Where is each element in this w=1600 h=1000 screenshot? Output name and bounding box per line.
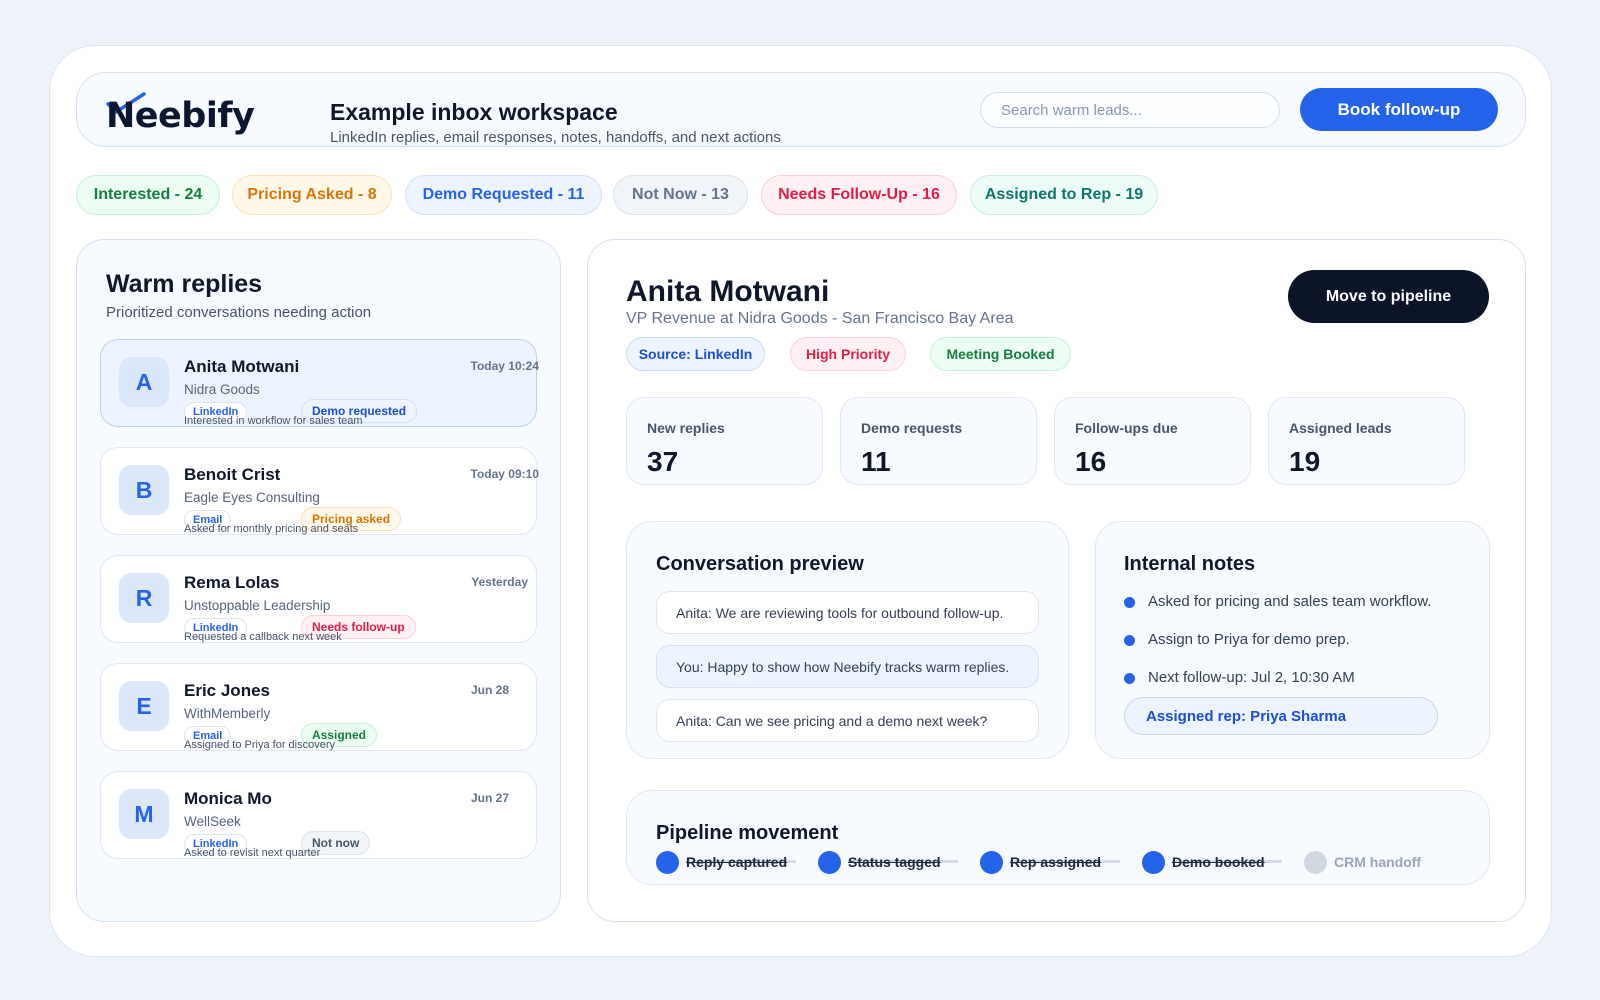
- stat-value: 16: [1075, 446, 1107, 477]
- stat-value: 11: [861, 446, 891, 477]
- stat-label: New replies: [647, 420, 725, 436]
- conversation-time: Today 10:24: [470, 359, 539, 373]
- conversation-note: Asked to revisit next quarter: [184, 847, 321, 859]
- conversation-name: Rema Lolas: [184, 573, 280, 592]
- lead-role: VP Revenue at Nidra Goods - San Francisc…: [626, 310, 1014, 327]
- search-input[interactable]: [980, 92, 1280, 128]
- pipeline-title: Pipeline movement: [656, 822, 839, 844]
- conversation-time: Jun 28: [470, 683, 509, 697]
- stat-assigned-leads: Assigned leads 19: [1268, 397, 1465, 485]
- stat-follow-ups-due: Follow-ups due 16: [1054, 397, 1251, 485]
- step-complete-icon: [980, 851, 1003, 874]
- conversation-item[interactable]: E Eric Jones WithMemberly Jun 28 Email A…: [100, 663, 537, 751]
- warm-replies-title: Warm replies: [106, 270, 263, 298]
- note-item: Assign to Priya for demo prep.: [1148, 631, 1350, 648]
- conversation-note: Interested in workflow for sales team: [184, 415, 363, 427]
- assigned-rep-chip[interactable]: Assigned rep: Priya Sharma: [1124, 697, 1438, 735]
- warm-replies-subtitle: Prioritized conversations needing action: [106, 304, 372, 321]
- stat-new-replies: New replies 37: [626, 397, 823, 485]
- pipeline-step-label: Reply captured: [686, 854, 788, 870]
- filter-pricing-asked[interactable]: Pricing Asked - 8: [232, 175, 392, 215]
- bullet-icon: [1124, 597, 1135, 608]
- avatar: M: [119, 789, 169, 839]
- workspace-subtitle: LinkedIn replies, email responses, notes…: [330, 129, 781, 146]
- conversation-company: WithMemberly: [184, 706, 271, 721]
- priority-badge: High Priority: [790, 337, 906, 371]
- workspace-title: Example inbox workspace: [330, 99, 618, 125]
- conversation-preview-title: Conversation preview: [656, 553, 864, 575]
- conversation-item[interactable]: M Monica Mo WellSeek Jun 27 LinkedIn Not…: [100, 771, 537, 859]
- stat-label: Follow-ups due: [1075, 420, 1178, 436]
- filter-needs-follow-up[interactable]: Needs Follow-Up - 16: [761, 175, 957, 215]
- conversation-company: Unstoppable Leadership: [184, 598, 331, 613]
- conversation-name: Benoit Crist: [184, 465, 281, 484]
- filter-interested[interactable]: Interested - 24: [76, 175, 220, 215]
- step-complete-icon: [818, 851, 841, 874]
- note-item: Next follow-up: Jul 2, 10:30 AM: [1148, 669, 1355, 686]
- conversation-time: Jun 27: [470, 791, 509, 805]
- conversation-name: Eric Jones: [184, 681, 270, 700]
- conversation-note: Assigned to Priya for discovery: [184, 739, 336, 751]
- conversation-time: Today 09:10: [470, 467, 539, 481]
- bullet-icon: [1124, 635, 1135, 646]
- conversation-note: Requested a callback next week: [184, 631, 342, 643]
- avatar: E: [119, 681, 169, 731]
- lead-name: Anita Motwani: [626, 275, 830, 308]
- meeting-badge: Meeting Booked: [930, 337, 1071, 371]
- stat-label: Demo requests: [861, 420, 963, 436]
- message-bubble: Anita: We are reviewing tools for outbou…: [656, 591, 1039, 634]
- move-to-pipeline-button[interactable]: Move to pipeline: [1288, 270, 1489, 323]
- avatar: A: [119, 357, 169, 407]
- stat-label: Assigned leads: [1289, 420, 1392, 436]
- note-item: Asked for pricing and sales team workflo…: [1148, 593, 1432, 610]
- message-bubble: You: Happy to show how Neebify tracks wa…: [656, 645, 1039, 688]
- bullet-icon: [1124, 673, 1135, 684]
- conversation-company: Nidra Goods: [184, 382, 260, 397]
- stat-value: 19: [1289, 446, 1321, 477]
- conversation-company: Eagle Eyes Consulting: [184, 490, 320, 505]
- pipeline-step-label: Status tagged: [848, 854, 941, 870]
- pipeline-step-label: Rep assigned: [1010, 854, 1102, 870]
- source-badge: Source: LinkedIn: [626, 337, 765, 371]
- avatar: R: [119, 573, 169, 623]
- conversation-item[interactable]: R Rema Lolas Unstoppable Leadership Yest…: [100, 555, 537, 643]
- conversation-name: Monica Mo: [184, 789, 272, 808]
- stat-value: 37: [647, 446, 679, 477]
- pipeline-step-label: Demo booked: [1172, 854, 1265, 870]
- app-logo[interactable]: Neebify: [106, 96, 255, 136]
- book-follow-up-button[interactable]: Book follow-up: [1300, 88, 1498, 131]
- step-pending-icon: [1304, 851, 1327, 874]
- stat-demo-requests: Demo requests 11: [840, 397, 1037, 485]
- conversation-note: Asked for monthly pricing and seats: [184, 523, 359, 535]
- internal-notes-title: Internal notes: [1124, 553, 1256, 575]
- step-complete-icon: [656, 851, 679, 874]
- filter-demo-requested[interactable]: Demo Requested - 11: [405, 175, 602, 215]
- conversation-item[interactable]: A Anita Motwani Nidra Goods Today 10:24 …: [100, 339, 539, 427]
- filter-not-now[interactable]: Not Now - 13: [613, 175, 748, 215]
- conversation-item[interactable]: B Benoit Crist Eagle Eyes Consulting Tod…: [100, 447, 539, 535]
- conversation-company: WellSeek: [184, 814, 241, 829]
- conversation-name: Anita Motwani: [184, 357, 300, 376]
- avatar: B: [119, 465, 169, 515]
- pipeline-step-label: CRM handoff: [1334, 854, 1422, 870]
- step-complete-icon: [1142, 851, 1165, 874]
- conversation-time: Yesterday: [471, 575, 528, 589]
- filter-assigned-to-rep[interactable]: Assigned to Rep - 19: [970, 175, 1158, 215]
- message-bubble: Anita: Can we see pricing and a demo nex…: [656, 699, 1039, 742]
